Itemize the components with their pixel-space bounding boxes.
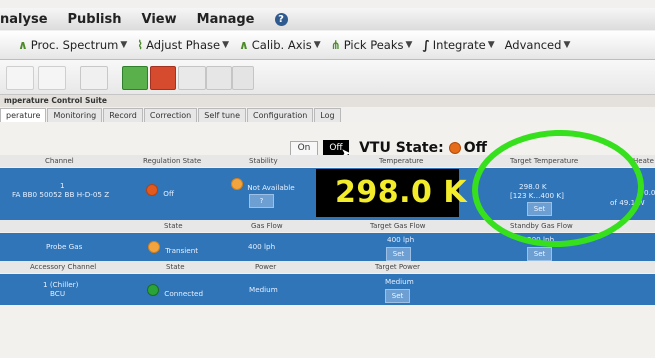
accessory-state: Connected: [147, 284, 203, 298]
header-state: State: [164, 222, 183, 230]
header-accessory-state: State: [166, 263, 185, 271]
advanced-button[interactable]: Advanced ▼: [505, 38, 571, 52]
chevron-down-icon: ▼: [222, 40, 230, 50]
header-target-gas-flow: Target Gas Flow: [370, 222, 426, 230]
chevron-down-icon: ▼: [563, 40, 571, 50]
status-off-icon: [448, 142, 461, 154]
vtu-state: VTU State: Off: [359, 140, 487, 156]
regulation-status: Off: [146, 184, 174, 198]
tab-monitoring[interactable]: Monitoring: [47, 108, 103, 122]
pick-peaks-button[interactable]: ⋔ Pick Peaks ▼: [331, 38, 413, 52]
accessory-name: 1 (Chiller): [43, 280, 79, 289]
suite-title-bar: mperature Control Suite: [0, 95, 655, 107]
chevron-down-icon: ▼: [405, 40, 413, 50]
tab-correction[interactable]: Correction: [143, 108, 198, 122]
menu-manage[interactable]: Manage: [197, 12, 255, 27]
gas-flow-value: 400 lph: [248, 242, 276, 251]
table-row: 1 (Chiller) BCU Connected Medium Medium …: [0, 274, 655, 305]
channel-number: 1: [60, 181, 65, 190]
temperature-value: 298.0 K: [335, 175, 468, 210]
menu-publish[interactable]: Publish: [68, 12, 122, 27]
integrate-button[interactable]: ∫ Integrate ▼: [422, 38, 494, 52]
target-gas-flow-value: 400 lph: [387, 235, 415, 244]
table-icon[interactable]: [178, 66, 206, 90]
menu-analyse[interactable]: nalyse: [0, 12, 48, 27]
pick-peaks-icon: ⋔: [330, 38, 341, 52]
vtu-state-label: VTU State:: [359, 140, 444, 156]
header-gas-flow: Gas Flow: [251, 222, 283, 230]
split-view-icon[interactable]: [6, 66, 34, 90]
header-channel: Channel: [45, 157, 74, 165]
stability-status: Not Available: [231, 178, 295, 192]
set-standby-gas-flow-button[interactable]: Set: [527, 247, 552, 261]
icon-toolbar: [0, 60, 655, 95]
screen: nalyse Publish View Manage ? ∧ Proc. Spe…: [0, 0, 655, 358]
stability-button[interactable]: ?: [249, 194, 274, 208]
chevron-down-icon: ▼: [120, 40, 128, 50]
play-icon[interactable]: [122, 66, 148, 90]
warning-icon: [148, 241, 160, 253]
power-value: Medium: [249, 285, 278, 294]
proc-spectrum-button[interactable]: ∧ Proc. Spectrum ▼: [18, 38, 127, 52]
target-power-value: Medium: [385, 277, 414, 286]
channel-name: FA BB0 50052 BB H-D-05 Z: [12, 190, 110, 199]
header-regulation-state: Regulation State: [143, 157, 202, 165]
chevron-down-icon: ▼: [487, 40, 495, 50]
vtu-state-value: Off: [463, 140, 487, 156]
set-target-gas-flow-button[interactable]: Set: [386, 247, 411, 261]
chevron-down-icon: ▼: [313, 40, 321, 50]
arrow-up-icon[interactable]: [232, 66, 254, 90]
header-target-power: Target Power: [375, 263, 421, 271]
calib-axis-icon: ∧: [239, 38, 249, 52]
heater-value: 0.0: [644, 188, 655, 197]
check-icon: [147, 284, 159, 296]
header-power: Power: [255, 263, 277, 271]
tab-bar: perature Monitoring Record Correction Se…: [0, 108, 655, 122]
adjust-phase-icon: ⌇: [137, 38, 144, 52]
stop-icon[interactable]: [150, 66, 176, 90]
accessory-type: BCU: [50, 289, 66, 298]
on-button[interactable]: On: [290, 140, 318, 156]
proc-spectrum-icon: ∧: [18, 38, 28, 52]
menu-view[interactable]: View: [142, 12, 177, 27]
header-accessory-channel: Accessory Channel: [30, 263, 97, 271]
help-icon[interactable]: ?: [274, 12, 288, 26]
adjust-phase-button[interactable]: ⌇ Adjust Phase ▼: [137, 38, 229, 52]
calib-axis-button[interactable]: ∧ Calib. Axis ▼: [239, 38, 321, 52]
gas-state: Transient: [148, 241, 198, 255]
function-icon[interactable]: [206, 66, 232, 90]
tab-configuration[interactable]: Configuration: [247, 108, 314, 122]
gas-channel-name: Probe Gas: [46, 242, 83, 251]
header-temperature: Temperature: [379, 157, 424, 165]
integral-icon: ∫: [422, 38, 430, 52]
warning-icon: [231, 178, 243, 190]
table-header: Accessory Channel State Power Target Pow…: [0, 261, 655, 273]
tab-temperature[interactable]: perature: [0, 108, 47, 122]
suite-title: mperature Control Suite: [4, 96, 107, 105]
align-icon[interactable]: [38, 66, 66, 90]
stop-status-icon: [146, 184, 158, 196]
stack-icon[interactable]: [80, 66, 108, 90]
set-target-power-button[interactable]: Set: [385, 289, 410, 303]
tab-log[interactable]: Log: [314, 108, 341, 122]
header-stability: Stability: [249, 157, 278, 165]
tab-self-tune[interactable]: Self tune: [198, 108, 247, 122]
processing-toolbar: ∧ Proc. Spectrum ▼ ⌇ Adjust Phase ▼ ∧ Cali…: [0, 31, 655, 60]
tab-record[interactable]: Record: [103, 108, 143, 122]
menu-bar: nalyse Publish View Manage ?: [0, 8, 655, 30]
